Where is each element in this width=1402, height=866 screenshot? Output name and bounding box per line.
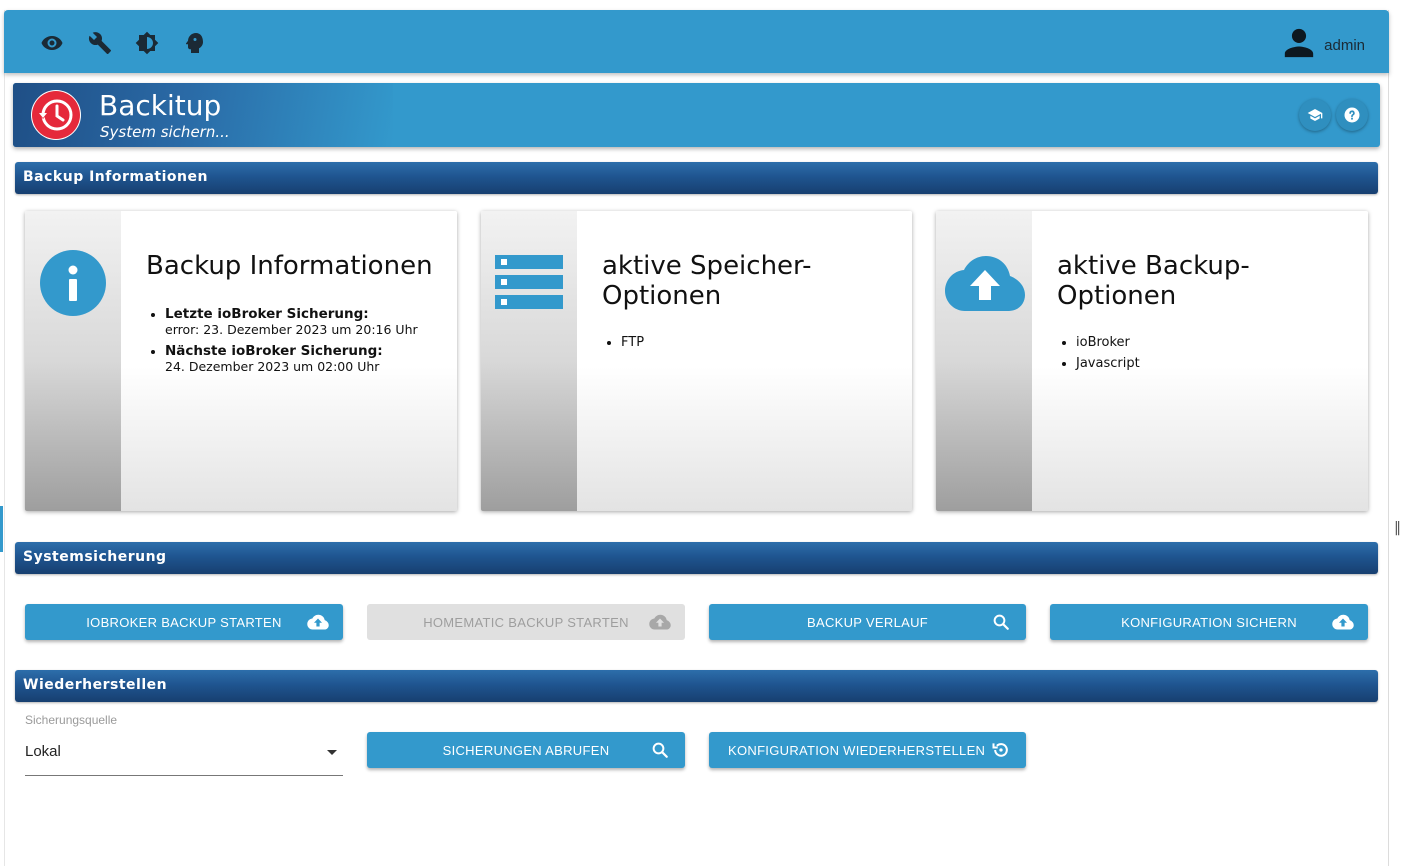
cloud-upload-icon [1332,612,1354,632]
user-icon [1282,26,1316,64]
eye-icon[interactable] [39,30,65,56]
card-backup-options: aktive Backup-Optionen ioBroker Javascri… [936,211,1368,511]
button-label: SICHERUNGEN ABRUFEN [442,742,610,758]
card-title: aktive Backup-Optionen [1057,251,1250,311]
next-backup-label: Nächste ioBroker Sicherung: [165,343,383,359]
brightness-icon[interactable] [134,30,160,56]
adapter-subtitle: System sichern... [100,123,230,141]
list-item: Javascript [1076,356,1140,371]
backup-history-button[interactable]: BACKUP VERLAUF [709,604,1026,640]
restore-config-button[interactable]: KONFIGURATION WIEDERHERSTELLEN [709,732,1026,768]
storage-list: FTP [621,335,644,356]
school-icon [1307,109,1323,121]
search-icon [649,740,671,760]
card-title: aktive Speicher-Optionen [602,251,812,311]
last-backup-label: Letzte ioBroker Sicherung: [165,306,369,322]
list-item: Nächste ioBroker Sicherung: 24. Dezember… [165,343,418,374]
button-label: HOMEMATIC BACKUP STARTEN [423,614,629,630]
homematic-backup-button[interactable]: HOMEMATIC BACKUP STARTEN [367,604,685,640]
button-label: KONFIGURATION WIEDERHERSTELLEN [728,742,986,758]
list-item: FTP [621,335,644,350]
section-restore: Wiederherstellen [15,670,1378,702]
adapter-header: Backitup System sichern... [13,83,1380,147]
section-system-backup: Systemsicherung [15,542,1378,574]
info-icon [39,249,107,317]
button-label: BACKUP VERLAUF [807,614,928,630]
backup-source-value: Lokal [25,743,61,760]
help-button[interactable] [1336,99,1368,131]
backup-source-select[interactable]: Lokal [25,736,343,776]
list-item: ioBroker [1076,335,1140,350]
card-storage-options: aktive Speicher-Optionen FTP [481,211,912,511]
adapter-title: Backitup [99,89,222,122]
backitup-logo [31,90,81,140]
card-title: Backup Informationen [146,251,433,281]
cloud-upload-icon [307,612,329,632]
cloud-upload-icon [944,249,1026,317]
wrench-icon[interactable] [87,30,113,56]
chevron-down-icon [327,750,337,755]
button-label: KONFIGURATION SICHERN [1121,614,1297,630]
top-bar: admin [4,10,1389,73]
restore-icon [990,740,1012,760]
iobroker-backup-button[interactable]: IOBROKER BACKUP STARTEN [25,604,343,640]
user-menu[interactable]: admin [1282,26,1365,64]
list-item: Letzte ioBroker Sicherung: error: 23. De… [165,306,418,337]
next-backup-value: 24. Dezember 2023 um 02:00 Uhr [165,359,380,374]
docs-button[interactable] [1299,99,1331,131]
help-icon [1344,107,1360,123]
fetch-backups-button[interactable]: SICHERUNGEN ABRUFEN [367,732,685,768]
backup-options-list: ioBroker Javascript [1076,335,1140,377]
info-list: Letzte ioBroker Sicherung: error: 23. De… [165,306,418,380]
side-drawer-handle[interactable] [0,506,3,552]
backup-source-label: Sicherungsquelle [25,713,118,727]
search-icon [990,612,1012,632]
last-backup-value: error: 23. Dezember 2023 um 20:16 Uhr [165,322,418,337]
cloud-upload-icon [649,612,671,632]
button-label: IOBROKER BACKUP STARTEN [86,614,282,630]
user-label: admin [1324,36,1365,54]
card-backup-info: Backup Informationen Letzte ioBroker Sic… [25,211,457,511]
resize-handle[interactable]: ‖ [1394,520,1401,536]
storage-icon [495,249,563,317]
save-config-button[interactable]: KONFIGURATION SICHERN [1050,604,1368,640]
section-backup-info: Backup Informationen [15,162,1378,194]
head-icon[interactable] [182,30,208,56]
